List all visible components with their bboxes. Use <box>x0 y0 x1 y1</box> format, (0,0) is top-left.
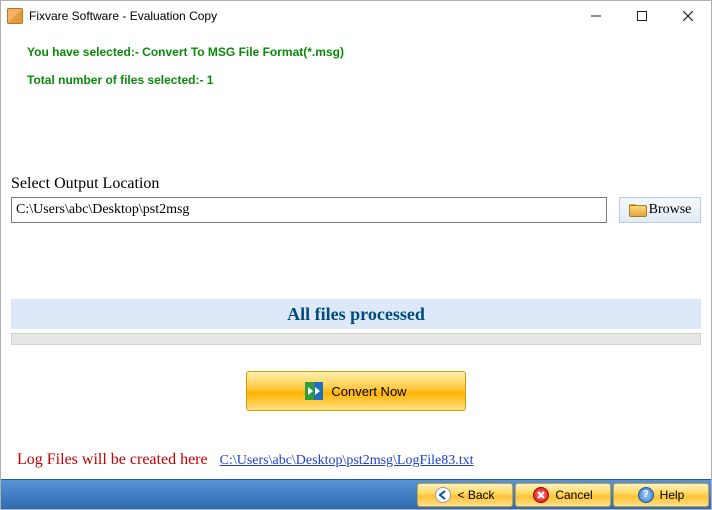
log-label: Log Files will be created here <box>17 451 208 469</box>
back-arrow-icon <box>435 487 451 503</box>
progress-bar <box>11 333 701 345</box>
app-icon <box>7 8 23 24</box>
title-bar[interactable]: Fixvare Software - Evaluation Copy <box>1 1 711 31</box>
browse-button[interactable]: Browse <box>619 197 701 223</box>
client-area: You have selected:- Convert To MSG File … <box>1 31 711 479</box>
back-button-label: < Back <box>457 488 494 502</box>
convert-row: Convert Now <box>11 371 701 411</box>
file-count-text: Total number of files selected:- 1 <box>27 73 701 87</box>
back-button[interactable]: < Back <box>417 483 513 507</box>
status-text: All files processed <box>11 299 701 329</box>
output-location-label: Select Output Location <box>11 175 701 193</box>
output-row: Browse <box>11 197 701 223</box>
close-button[interactable] <box>665 1 711 31</box>
maximize-button[interactable] <box>619 1 665 31</box>
minimize-button[interactable] <box>573 1 619 31</box>
bottom-button-bar: < Back Cancel ? Help <box>1 479 711 509</box>
convert-icon <box>305 382 323 400</box>
log-row: Log Files will be created here C:\Users\… <box>11 445 701 479</box>
folder-icon <box>629 204 645 217</box>
convert-button-label: Convert Now <box>331 384 406 399</box>
help-icon: ? <box>638 487 654 503</box>
window-title: Fixvare Software - Evaluation Copy <box>29 9 217 23</box>
log-file-link[interactable]: C:\Users\abc\Desktop\pst2msg\LogFile83.t… <box>220 453 474 469</box>
help-button[interactable]: ? Help <box>613 483 709 507</box>
browse-button-label: Browse <box>649 202 692 218</box>
cancel-icon <box>533 487 549 503</box>
convert-now-button[interactable]: Convert Now <box>246 371 466 411</box>
help-button-label: Help <box>660 488 685 502</box>
cancel-button-label: Cancel <box>555 488 592 502</box>
app-window: Fixvare Software - Evaluation Copy You h… <box>0 0 712 510</box>
cancel-button[interactable]: Cancel <box>515 483 611 507</box>
selected-format-text: You have selected:- Convert To MSG File … <box>27 45 701 59</box>
output-path-input[interactable] <box>11 197 607 223</box>
